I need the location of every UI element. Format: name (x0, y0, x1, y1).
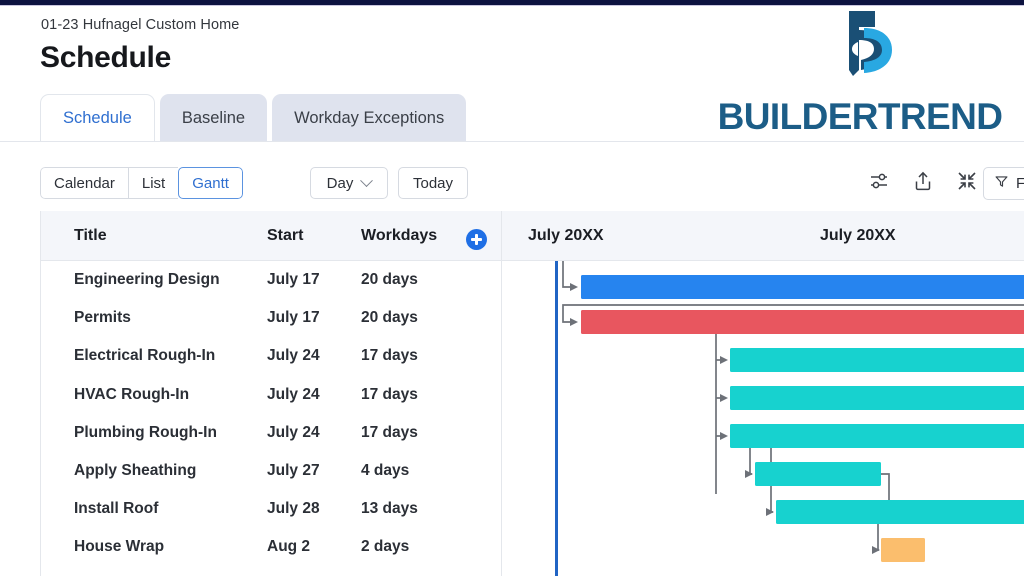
zoom-level-dropdown[interactable]: Day (310, 167, 388, 199)
row-title: House Wrap (74, 538, 165, 556)
tab-baseline-label: Baseline (181, 108, 246, 127)
row-start: July 24 (267, 423, 320, 441)
row-start: July 28 (267, 500, 320, 518)
table-row[interactable]: Plumbing Rough-In July 24 17 days (41, 414, 501, 452)
gantt-bar-apply-sheathing[interactable] (755, 462, 881, 486)
column-header-start[interactable]: Start (267, 211, 303, 261)
table-row[interactable]: Engineering Design July 17 20 days (41, 261, 501, 299)
row-workdays: 4 days (361, 462, 410, 480)
row-title: HVAC Rough-In (74, 385, 190, 403)
row-workdays: 20 days (361, 271, 418, 289)
gantt-bar-install-roof[interactable] (776, 500, 1024, 524)
row-workdays: 17 days (361, 423, 418, 441)
row-start: July 24 (267, 347, 320, 365)
row-title: Engineering Design (74, 271, 220, 289)
view-calendar-button[interactable]: Calendar (40, 167, 128, 199)
toolbar-icon-group (868, 170, 978, 192)
task-table-body: Engineering Design July 17 20 days Permi… (41, 261, 501, 567)
table-row[interactable]: Apply Sheathing July 27 4 days (41, 452, 501, 490)
collapse-icon[interactable] (956, 170, 978, 192)
gantt-bar-hvac-rough-in[interactable] (730, 386, 1024, 410)
gantt-chart (502, 261, 1024, 576)
tab-schedule-label: Schedule (63, 109, 132, 127)
gantt-bar-permits[interactable] (581, 310, 1024, 334)
brand-logo: BUILDERTREND (700, 8, 1020, 140)
row-start: July 27 (267, 462, 320, 480)
row-title: Plumbing Rough-In (74, 423, 217, 441)
gantt-bar-electrical-rough-in[interactable] (730, 348, 1024, 372)
row-start: July 17 (267, 271, 320, 289)
top-accent-underline (0, 5, 1024, 6)
export-upload-icon[interactable] (912, 170, 934, 192)
zoom-level-value: Day (326, 174, 354, 192)
brand-wordmark: BUILDERTREND (717, 96, 1003, 137)
view-gantt-label: Gantt (192, 174, 229, 192)
buildertrend-b-logo-icon (828, 8, 894, 76)
row-workdays: 17 days (361, 385, 418, 403)
row-title: Install Roof (74, 500, 159, 518)
add-column-button[interactable] (466, 229, 487, 250)
row-title: Permits (74, 309, 131, 327)
tab-workday-exceptions-label: Workday Exceptions (294, 108, 445, 127)
view-mode-switcher: Calendar List Gantt (40, 167, 243, 199)
today-marker-line (555, 261, 558, 576)
row-workdays: 13 days (361, 500, 418, 518)
filter-button[interactable]: F (983, 167, 1024, 200)
table-row[interactable]: HVAC Rough-In July 24 17 days (41, 376, 501, 414)
chevron-down-icon (360, 173, 374, 187)
row-workdays: 20 days (361, 309, 418, 327)
table-row[interactable]: Install Roof July 28 13 days (41, 490, 501, 528)
today-button-label: Today (413, 174, 454, 192)
breadcrumb: 01-23 Hufnagel Custom Home (41, 17, 240, 33)
filter-button-label: F (1016, 175, 1024, 192)
view-calendar-label: Calendar (54, 174, 115, 192)
funnel-icon (994, 174, 1009, 193)
row-start: July 17 (267, 309, 320, 327)
settings-sliders-icon[interactable] (868, 170, 890, 192)
table-row[interactable]: Electrical Rough-In July 24 17 days (41, 337, 501, 375)
column-header-title[interactable]: Title (74, 211, 107, 261)
schedule-grid: Title Start Workdays July 20XX July 20XX… (40, 211, 1024, 576)
table-row[interactable]: House Wrap Aug 2 2 days (41, 528, 501, 566)
schedule-gantt-screen: 01-23 Hufnagel Custom Home Schedule BUIL… (0, 0, 1024, 576)
row-title: Apply Sheathing (74, 462, 197, 480)
today-button[interactable]: Today (398, 167, 469, 199)
row-workdays: 2 days (361, 538, 410, 556)
row-workdays: 17 days (361, 347, 418, 365)
table-row[interactable]: Permits July 17 20 days (41, 299, 501, 337)
view-list-label: List (141, 174, 166, 192)
timeline-month-label-1: July 20XX (528, 227, 604, 244)
gantt-bar-plumbing-rough-in[interactable] (730, 424, 1024, 448)
tab-bar: Schedule Baseline Workday Exceptions (40, 94, 471, 142)
tab-bar-divider (0, 141, 1024, 142)
view-list-button[interactable]: List (127, 167, 179, 199)
dependency-arrows (562, 261, 1024, 554)
row-start: July 24 (267, 385, 320, 403)
row-title: Electrical Rough-In (74, 347, 216, 365)
view-gantt-button[interactable]: Gantt (178, 167, 243, 199)
tab-baseline[interactable]: Baseline (159, 94, 268, 142)
row-start: Aug 2 (267, 538, 311, 556)
tab-workday-exceptions[interactable]: Workday Exceptions (272, 94, 467, 142)
gantt-bar-engineering-design[interactable] (581, 275, 1024, 299)
tab-schedule[interactable]: Schedule (40, 94, 155, 142)
gantt-bar-house-wrap[interactable] (881, 538, 925, 562)
column-header-workdays[interactable]: Workdays (361, 211, 437, 261)
page-title: Schedule (40, 41, 171, 74)
timeline-month-label-2: July 20XX (820, 227, 896, 244)
